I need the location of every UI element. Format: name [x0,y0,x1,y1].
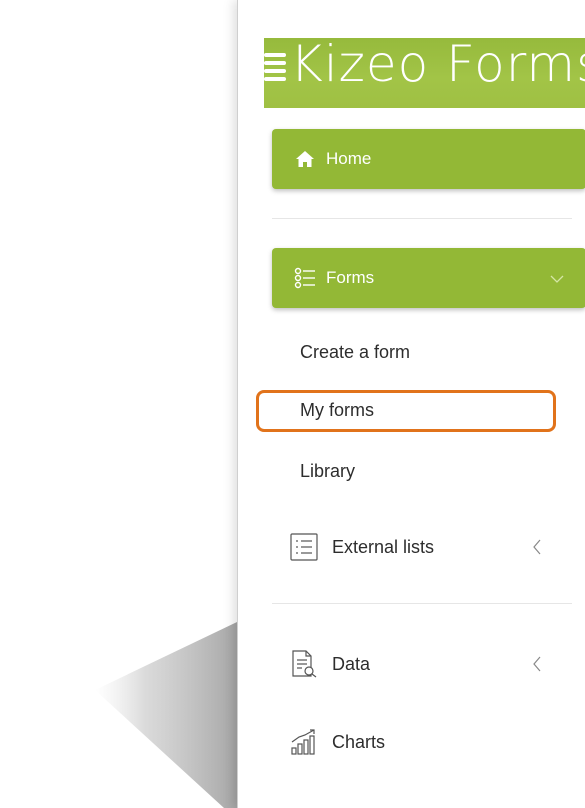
nav-external-lists[interactable]: External lists [290,532,560,562]
nav-charts[interactable]: Charts [290,727,560,757]
nav-home-label: Home [326,149,372,168]
chevron-down-icon[interactable] [550,269,564,289]
submenu-create-form[interactable]: Create a form [300,342,410,363]
nav-external-lists-label: External lists [332,536,435,557]
chevron-left-icon[interactable] [532,539,542,560]
nav-data[interactable]: Data [290,649,560,679]
logo-mark-icon [264,51,286,83]
nav-charts-label: Charts [332,731,386,752]
nav-data-label: Data [332,653,371,674]
divider [272,218,572,219]
chevron-left-icon[interactable] [532,656,542,677]
divider [272,603,572,604]
checklist-icon [294,267,316,289]
logo: Kizeo Forms [264,34,585,94]
nav-forms-label: Forms [326,268,375,287]
nav-home-button[interactable]: Home [272,129,585,189]
home-icon [294,148,316,170]
bar-chart-icon [290,728,318,756]
submenu-library[interactable]: Library [300,461,355,482]
logo-text: Kizeo Forms [290,35,585,93]
document-search-icon [290,650,318,678]
submenu-my-forms[interactable]: My forms [300,400,374,421]
nav-forms-button[interactable]: Forms [272,248,585,308]
sidebar-panel: Kizeo Forms Home Forms Create a form My … [237,0,585,808]
list-icon [290,533,318,561]
logo-banner: Kizeo Forms [264,8,585,108]
